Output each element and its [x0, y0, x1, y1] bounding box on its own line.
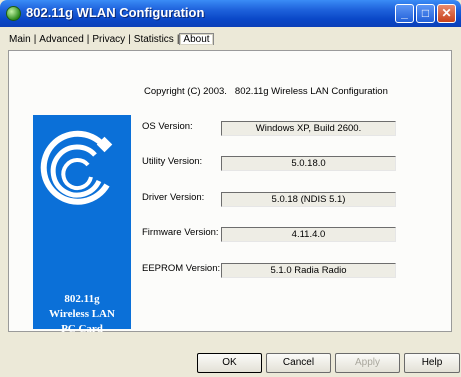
utility-version-field: 5.0.18.0 [221, 156, 396, 171]
copyright-line: Copyright (C) 2003. 802.11g Wireless LAN … [144, 86, 388, 97]
apply-button[interactable]: Apply [335, 353, 400, 373]
tab-about[interactable]: About [179, 33, 214, 45]
driver-version-field: 5.0.18 (NDIS 5.1) [221, 192, 396, 207]
eeprom-version-label: EEPROM Version: [142, 263, 221, 274]
close-button[interactable]: ✕ [437, 4, 456, 23]
logo-line-2: Wireless LAN [49, 308, 115, 320]
copyright-text: Copyright (C) 2003. [144, 86, 227, 97]
tab-advanced[interactable]: Advanced [36, 34, 86, 45]
tab-strip: Main | Advanced | Privacy | Statistics | About [6, 33, 214, 49]
eeprom-version-field: 5.1.0 Radia Radio [221, 263, 396, 278]
title-bar[interactable]: 802.11g WLAN Configuration _ □ ✕ [0, 0, 461, 27]
logo-line-1: 802.11g [64, 293, 100, 305]
help-button[interactable]: Help [404, 353, 460, 373]
ok-button[interactable]: OK [197, 353, 262, 373]
wireless-waves-logo [40, 130, 113, 205]
tab-statistics[interactable]: Statistics [131, 34, 177, 45]
about-panel: Copyright (C) 2003. 802.11g Wireless LAN … [8, 50, 452, 335]
product-logo: 802.11g Wireless LAN PC Card [33, 115, 131, 335]
minimize-button[interactable]: _ [395, 4, 414, 23]
firmware-version-label: Firmware Version: [142, 227, 219, 238]
tab-main[interactable]: Main [6, 34, 34, 45]
firmware-version-field: 4.11.4.0 [221, 227, 396, 242]
tab-privacy[interactable]: Privacy [89, 34, 128, 45]
driver-version-label: Driver Version: [142, 192, 205, 203]
os-version-field: Windows XP, Build 2600. [221, 121, 396, 136]
utility-version-label: Utility Version: [142, 156, 203, 167]
cancel-button[interactable]: Cancel [266, 353, 331, 373]
logo-line-3: PC Card [61, 323, 103, 335]
os-version-label: OS Version: [142, 121, 193, 132]
maximize-button[interactable]: □ [416, 4, 435, 23]
dialog-window: 802.11g WLAN Configuration _ □ ✕ Main | Ad… [0, 0, 461, 377]
window-title: 802.11g WLAN Configuration [26, 5, 205, 20]
product-name: 802.11g Wireless LAN Configuration [234, 86, 388, 97]
app-icon [6, 6, 21, 21]
